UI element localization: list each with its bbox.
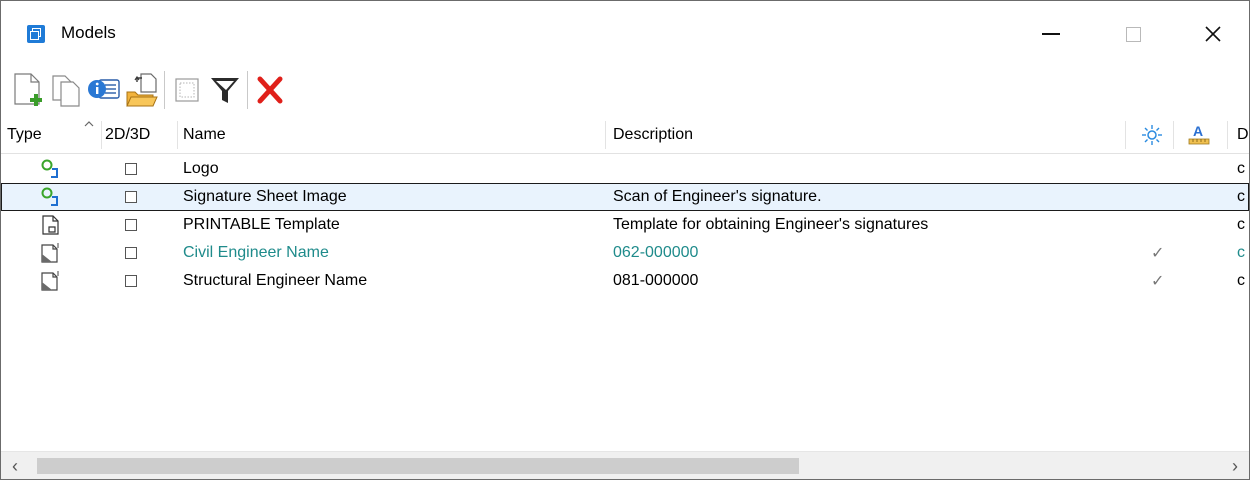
scroll-right-arrow-icon: › xyxy=(1232,455,1238,476)
filter-button[interactable] xyxy=(206,68,244,112)
table-header: Type 2D/3D Name Description A D xyxy=(1,117,1249,154)
column-header-type[interactable]: Type xyxy=(7,117,77,153)
delete-button[interactable] xyxy=(251,68,289,112)
window-title: Models xyxy=(61,23,116,42)
dimension-checkbox[interactable] xyxy=(125,155,155,183)
select-all-button[interactable] xyxy=(168,68,206,112)
overflow-cell: c xyxy=(1237,244,1245,261)
scroll-left-arrow-icon: ‹ xyxy=(12,455,18,476)
info-card-icon xyxy=(88,79,120,99)
copy-pages-icon xyxy=(52,75,80,107)
close-icon xyxy=(1205,26,1221,42)
table-row[interactable]: Logo c xyxy=(1,155,1249,183)
title-bar[interactable]: Models xyxy=(1,1,1249,63)
column-header-type-label: Type xyxy=(7,126,42,143)
column-divider[interactable] xyxy=(605,121,606,149)
display-checkmark xyxy=(1151,155,1171,183)
column-header-display[interactable] xyxy=(1141,117,1167,153)
model-description xyxy=(613,155,1113,183)
models-dialog: Models Type 2D/3D Name Description A D L… xyxy=(0,0,1250,480)
column-header-description[interactable]: Description xyxy=(613,117,1113,153)
dimension-checkbox[interactable] xyxy=(125,183,155,211)
model-properties-button[interactable] xyxy=(85,68,123,112)
dimension-checkbox[interactable] xyxy=(125,239,155,267)
sheet-model-icon xyxy=(39,211,69,239)
minimize-icon xyxy=(1042,33,1060,35)
checkbox[interactable] xyxy=(125,219,137,231)
model-description: 062-000000 xyxy=(613,244,699,261)
dimension-checkbox[interactable] xyxy=(125,211,155,239)
red-x-icon xyxy=(257,76,283,104)
overflow-cell: c xyxy=(1237,216,1245,233)
overflow-cell: c xyxy=(1237,160,1245,177)
maximize-button[interactable] xyxy=(1103,11,1163,57)
svg-text:A: A xyxy=(1193,123,1203,139)
funnel-icon xyxy=(211,78,239,103)
annotation-scale-icon: A xyxy=(1188,123,1210,145)
drawing-model-icon xyxy=(39,267,69,295)
model-description: 081-000000 xyxy=(613,272,699,289)
design-model-green-icon xyxy=(39,155,69,183)
models-app-icon xyxy=(27,25,45,43)
sort-ascending-icon xyxy=(84,121,94,127)
sun-display-icon xyxy=(1142,125,1162,145)
column-divider[interactable] xyxy=(101,121,102,149)
overflow-cell: c xyxy=(1237,188,1245,205)
table-row[interactable]: PRINTABLE Template Template for obtaining… xyxy=(1,211,1249,239)
column-header-name-label: Name xyxy=(183,126,226,143)
column-header-overflow-label: D xyxy=(1237,126,1249,143)
close-button[interactable] xyxy=(1183,11,1243,57)
column-divider[interactable] xyxy=(177,121,178,149)
maximize-icon xyxy=(1125,26,1141,42)
table-row[interactable]: Structural Engineer Name 081-000000 ✓ c xyxy=(1,267,1249,295)
checkbox[interactable] xyxy=(125,191,137,203)
table-row[interactable]: Signature Sheet Image Scan of Engineer's … xyxy=(1,183,1249,211)
column-divider[interactable] xyxy=(1125,121,1126,149)
dotted-square-icon xyxy=(175,78,199,102)
new-document-plus-icon xyxy=(14,73,42,106)
design-model-green-icon xyxy=(39,183,69,211)
scroll-left-button[interactable]: ‹ xyxy=(1,452,29,479)
display-checkmark xyxy=(1151,211,1171,239)
dimension-checkbox[interactable] xyxy=(125,267,155,295)
model-description: Scan of Engineer's signature. xyxy=(613,188,822,205)
display-checkmark xyxy=(1151,183,1171,211)
minimize-button[interactable] xyxy=(1021,11,1081,57)
folder-import-icon xyxy=(126,73,158,107)
horizontal-scrollbar[interactable]: ‹ › xyxy=(1,451,1249,479)
overflow-cell: c xyxy=(1237,272,1245,289)
toolbar-separator xyxy=(164,71,165,109)
copy-model-button[interactable] xyxy=(47,68,85,112)
column-header-overflow[interactable]: D xyxy=(1237,117,1249,153)
display-checkmark: ✓ xyxy=(1151,273,1165,290)
display-checkmark: ✓ xyxy=(1151,245,1165,262)
new-model-button[interactable] xyxy=(9,68,47,112)
table-row[interactable]: Civil Engineer Name 062-000000 ✓ c xyxy=(1,239,1249,267)
model-name: Logo xyxy=(183,160,219,177)
checkbox[interactable] xyxy=(125,163,137,175)
column-divider[interactable] xyxy=(1173,121,1174,149)
model-name: Civil Engineer Name xyxy=(183,244,329,261)
column-header-name[interactable]: Name xyxy=(183,117,593,153)
model-name: Signature Sheet Image xyxy=(183,188,347,205)
drawing-model-icon xyxy=(39,239,69,267)
toolbar-separator xyxy=(247,71,248,109)
models-table: Type 2D/3D Name Description A D Logo c S… xyxy=(1,117,1249,451)
column-header-annotation[interactable]: A xyxy=(1187,117,1213,153)
scrollbar-thumb[interactable] xyxy=(37,458,799,474)
column-header-description-label: Description xyxy=(613,126,694,143)
column-header-dim-label: 2D/3D xyxy=(105,126,151,143)
import-model-button[interactable] xyxy=(123,68,161,112)
model-name: Structural Engineer Name xyxy=(183,272,368,289)
model-name: PRINTABLE Template xyxy=(183,216,340,233)
column-divider[interactable] xyxy=(1227,121,1228,149)
checkbox[interactable] xyxy=(125,247,137,259)
checkbox[interactable] xyxy=(125,275,137,287)
scroll-right-button[interactable]: › xyxy=(1221,452,1249,479)
toolbar xyxy=(9,65,289,115)
column-header-dim[interactable]: 2D/3D xyxy=(105,117,175,153)
model-description: Template for obtaining Engineer's signat… xyxy=(613,216,929,233)
